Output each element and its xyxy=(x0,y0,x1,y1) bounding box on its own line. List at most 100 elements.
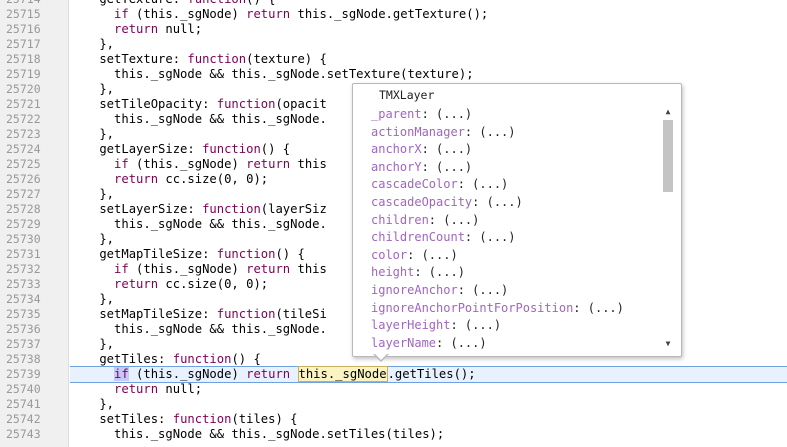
line-number[interactable]: 25715 xyxy=(6,7,58,22)
code-text: }, xyxy=(70,187,115,201)
line-number[interactable]: 25732 xyxy=(6,262,58,277)
code-line[interactable]: 25715 if (this._sgNode) return this._sgN… xyxy=(6,7,787,22)
code-text: return cc.size(0, 0); xyxy=(114,277,269,291)
property-name: color xyxy=(371,247,408,262)
code-line[interactable]: 25740 return null; xyxy=(6,382,787,397)
code-line[interactable]: 25719 this._sgNode && this._sgNode.setTe… xyxy=(6,67,787,82)
property-name: childrenCount xyxy=(371,230,465,245)
line-number[interactable]: 25737 xyxy=(6,337,58,352)
property-item[interactable]: cascadeColor: (...) xyxy=(371,176,656,194)
property-item[interactable]: anchorX: (...) xyxy=(371,141,656,159)
property-name: children xyxy=(371,212,429,227)
property-item[interactable]: height: (...) xyxy=(371,264,656,282)
line-number[interactable]: 25727 xyxy=(6,187,58,202)
line-number[interactable]: 25718 xyxy=(6,52,58,67)
property-value[interactable]: : (...) xyxy=(422,107,473,121)
property-item[interactable]: layerHeight: (...) xyxy=(371,317,656,335)
line-number[interactable]: 25733 xyxy=(6,277,58,292)
line-number[interactable]: 25728 xyxy=(6,202,58,217)
property-value[interactable]: : (...) xyxy=(422,142,473,156)
property-value[interactable]: : (...) xyxy=(422,160,473,174)
line-number[interactable]: 25716 xyxy=(6,22,58,37)
line-number[interactable]: 25729 xyxy=(6,217,58,232)
scroll-thumb[interactable] xyxy=(663,120,673,192)
code-line[interactable]: 25718 setTexture: function(texture) { xyxy=(6,52,787,67)
property-value[interactable]: : (...) xyxy=(436,336,487,350)
popup-scrollbar[interactable]: ▲ ▼ xyxy=(663,108,673,348)
line-number[interactable]: 25726 xyxy=(6,172,58,187)
code-text: this._sgNode && this._sgNode.setTiles(ti… xyxy=(70,427,445,441)
property-item[interactable]: actionManager: (...) xyxy=(371,124,656,142)
line-number[interactable]: 25731 xyxy=(6,247,58,262)
line-number[interactable]: 25730 xyxy=(6,232,58,247)
line-number[interactable]: 25722 xyxy=(6,112,58,127)
property-value[interactable]: : (...) xyxy=(414,265,465,279)
property-item[interactable]: ignoreAnchorPointForPosition: (...) xyxy=(371,300,656,318)
code-line[interactable]: 25741 }, xyxy=(6,397,787,412)
line-number[interactable]: 25720 xyxy=(6,82,58,97)
code-text: if (this._sgNode) return this xyxy=(114,262,327,276)
code-line[interactable]: 25714 getTexture: function() { xyxy=(6,0,787,7)
code-line[interactable]: 25716 return null; xyxy=(6,22,787,37)
line-number[interactable]: 25721 xyxy=(6,97,58,112)
code-line-active[interactable]: 25739 if (this._sgNode) return this._sgN… xyxy=(6,366,787,383)
code-text: getTiles: function() { xyxy=(70,352,261,366)
hovered-expression-highlight[interactable]: this._sgNode xyxy=(297,366,388,382)
line-number[interactable]: 25739 xyxy=(6,367,58,382)
property-name: _parent xyxy=(371,107,422,121)
code-text: }, xyxy=(70,37,115,51)
property-item[interactable]: children: (...) xyxy=(371,212,656,230)
code-text: if (this._sgNode) return this._sgNode.ge… xyxy=(114,7,489,21)
line-number[interactable]: 25723 xyxy=(6,127,58,142)
code-line[interactable]: 25742 setTiles: function(tiles) { xyxy=(6,412,787,427)
code-text: setLayerSize: function(layerSiz xyxy=(70,202,327,216)
code-text: return cc.size(0, 0); xyxy=(114,172,269,186)
code-text: this._sgNode && this._sgNode.setTexture(… xyxy=(70,67,474,81)
code-text: setMapTileSize: function(tileSi xyxy=(70,307,327,321)
property-item[interactable]: childrenCount: (...) xyxy=(371,229,656,247)
line-number[interactable]: 25741 xyxy=(6,397,58,412)
property-name: anchorX xyxy=(371,142,422,157)
line-number[interactable]: 25735 xyxy=(6,307,58,322)
code-line[interactable]: 25743 this._sgNode && this._sgNode.setTi… xyxy=(6,427,787,442)
property-value[interactable]: : (...) xyxy=(458,283,509,297)
code-text: }, xyxy=(70,82,115,96)
scroll-up-arrow-icon[interactable]: ▲ xyxy=(663,108,673,116)
property-value[interactable]: : (...) xyxy=(429,213,480,227)
property-value[interactable]: : (...) xyxy=(465,230,516,244)
property-name: layerHeight xyxy=(371,318,451,333)
property-list[interactable]: _parent: (...) actionManager: (...) anchor… xyxy=(371,106,656,352)
line-number[interactable]: 25743 xyxy=(6,427,58,442)
property-item[interactable]: _parent: (...) xyxy=(371,106,656,124)
property-item[interactable]: anchorY: (...) xyxy=(371,159,656,177)
code-text: return null; xyxy=(114,22,203,36)
line-number[interactable]: 25738 xyxy=(6,352,58,367)
line-number[interactable]: 25742 xyxy=(6,412,58,427)
property-value[interactable]: : (...) xyxy=(472,195,523,209)
property-item[interactable]: layerName: (...) xyxy=(371,335,656,353)
code-text: getTexture: function() { xyxy=(70,0,275,7)
line-number[interactable]: 25717 xyxy=(6,37,58,52)
property-item[interactable]: color: (...) xyxy=(371,247,656,265)
line-number[interactable]: 25719 xyxy=(6,67,58,82)
property-item[interactable]: ignoreAnchor: (...) xyxy=(371,282,656,300)
property-item[interactable]: cascadeOpacity: (...) xyxy=(371,194,656,212)
line-number[interactable]: 25734 xyxy=(6,292,58,307)
property-name: cascadeOpacity xyxy=(371,194,473,209)
line-number[interactable]: 25736 xyxy=(6,322,58,337)
cursor-keyword-highlight: if xyxy=(114,367,129,381)
code-text: }, xyxy=(70,292,115,306)
line-number[interactable]: 25740 xyxy=(6,382,58,397)
line-number[interactable]: 25725 xyxy=(6,157,58,172)
scroll-down-arrow-icon[interactable]: ▼ xyxy=(663,340,673,348)
property-value[interactable]: : (...) xyxy=(450,318,501,332)
property-value[interactable]: : (...) xyxy=(465,125,516,139)
property-value[interactable]: : (...) xyxy=(458,177,509,191)
object-preview-popup[interactable]: TMXLayer _parent: (...) actionManager: (.… xyxy=(352,83,682,357)
line-number[interactable]: 25724 xyxy=(6,142,58,157)
code-line[interactable]: 25717 }, xyxy=(6,37,787,52)
code-text: setTileOpacity: function(opacit xyxy=(70,97,327,111)
property-value[interactable]: : (...) xyxy=(407,248,458,262)
line-number[interactable]: 25714 xyxy=(6,0,58,7)
property-value[interactable]: : (...) xyxy=(573,301,624,315)
